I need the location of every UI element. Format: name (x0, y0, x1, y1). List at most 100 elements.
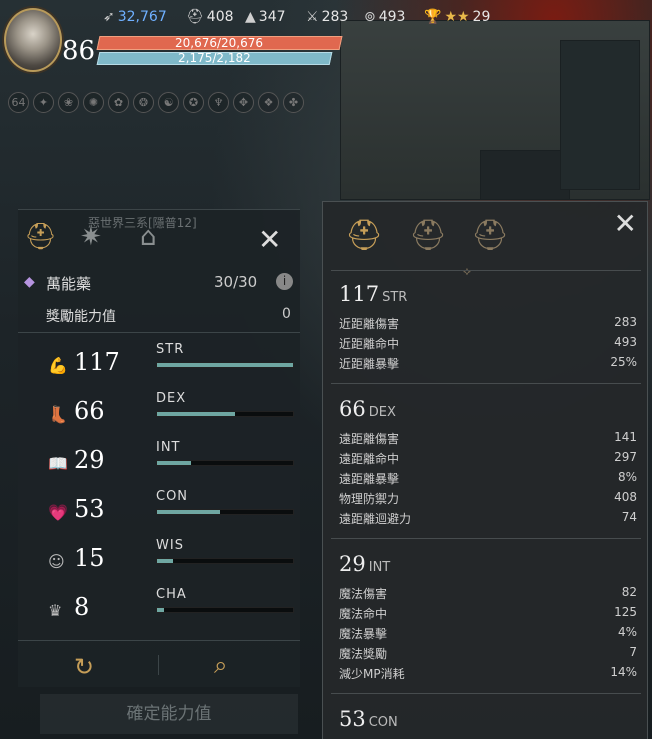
stat-value: 117 (74, 348, 120, 376)
crown-icon: ♛ (48, 601, 63, 620)
buff-icon[interactable]: ♆ (208, 92, 229, 113)
tab-helmet-plus-icon[interactable]: ⛑ (409, 218, 447, 253)
divider (331, 538, 641, 539)
detail-value: 74 (621, 510, 637, 524)
stat-row: ♛ 8 CHA (18, 587, 300, 642)
divider (331, 693, 641, 694)
stat-bar (156, 460, 294, 466)
stat-bar-fill (157, 461, 191, 465)
buff-icon[interactable]: ❂ (133, 92, 154, 113)
detail-row: 近距離暴擊 25% (339, 355, 637, 375)
stat-bar (156, 411, 294, 417)
confirm-stats-button[interactable]: 確定能力值 (40, 694, 298, 734)
detail-row: 遠距離迴避力 74 (339, 510, 637, 530)
detail-label: 遠距離傷害 (339, 432, 400, 446)
detail-row: 遠距離傷害 141 (339, 430, 637, 450)
detail-label: 減少MP消耗 (339, 667, 405, 681)
detail-value: 141 (614, 430, 637, 444)
divider (18, 332, 300, 333)
close-left-icon[interactable]: ✕ (258, 226, 281, 254)
resource-trophy: 🏆 ★★ 29 (424, 9, 490, 25)
tab-helmet-gear-icon[interactable]: ⛑ (345, 218, 383, 253)
buff-row: 64 ✦ ❀ ✺ ✿ ❂ ☯ ✪ ♆ ✥ ❖ ✤ (8, 92, 304, 113)
stat-allocation-panel: ⛑ ✷ ⌂ 惡世界三系[隱普12] ✕ ◆ 萬能藥 30/30 i 獎勵能力值 … (18, 209, 300, 687)
buff-icon[interactable]: ✪ (183, 92, 204, 113)
resource-feather: ➶ 32,767 (103, 9, 167, 25)
buff-icon[interactable]: ☯ (158, 92, 179, 113)
buff-icon[interactable]: ✿ (108, 92, 129, 113)
stat-bar-fill (157, 559, 174, 563)
detail-section-header: 29 INT (339, 552, 390, 576)
detail-label: 近距離暴擊 (339, 357, 400, 371)
reward-label: 獎勵能力值 (46, 309, 116, 325)
detail-stat-value: 66 (339, 397, 366, 421)
detail-row: 近距離命中 493 (339, 335, 637, 355)
buff-icon[interactable]: ❖ (258, 92, 279, 113)
stat-bar-fill (157, 363, 293, 367)
resource-helmet: ⛑ 408 (186, 9, 234, 25)
magnifier-icon[interactable]: ⌕ (214, 651, 227, 679)
detail-label: 魔法命中 (339, 607, 388, 621)
resource-ring: ⊚ 493 (364, 9, 405, 25)
detail-row: 魔法獎勵 7 (339, 645, 637, 665)
left-panel-footer: ↻ ⌕ (18, 640, 300, 685)
detail-value: 125 (614, 605, 637, 619)
ring-icon: ⊚ (364, 9, 376, 25)
stat-bar (156, 509, 294, 515)
mp-text: 2,175/2,182 (178, 51, 251, 65)
detail-label: 遠距離命中 (339, 452, 400, 466)
resource-value: 408 (206, 9, 234, 25)
divider (331, 270, 641, 271)
detail-label: 物理防禦力 (339, 492, 400, 506)
detail-value: 297 (614, 450, 637, 464)
hp-bar: 20,676/20,676 (96, 36, 343, 50)
detail-value: 8% (617, 470, 637, 484)
stat-row: ☺ 15 WIS (18, 538, 300, 593)
tab-helmet-icon[interactable]: ⛑ (24, 222, 57, 252)
info-icon[interactable]: i (276, 273, 293, 290)
detail-label: 遠距離迴避力 (339, 512, 412, 526)
trophy-icon: 🏆 (424, 9, 442, 25)
stat-value: 15 (74, 544, 105, 572)
detail-row: 魔法傷害 82 (339, 585, 637, 605)
buff-icon[interactable]: ✺ (83, 92, 104, 113)
buff-icon[interactable]: ✤ (283, 92, 304, 113)
detail-section-header: 66 DEX (339, 397, 396, 421)
player-avatar[interactable] (4, 8, 62, 72)
detail-row: 減少MP消耗 14% (339, 665, 637, 685)
stat-name: WIS (156, 538, 184, 553)
stat-name: STR (156, 342, 185, 357)
detail-row: 遠距離暴擊 8% (339, 470, 637, 490)
tab-helmet-badge-icon[interactable]: ⛑ (471, 218, 509, 253)
close-right-icon[interactable]: ✕ (614, 210, 637, 238)
potion-count: 30/30 (214, 273, 258, 291)
detail-label: 魔法獎勵 (339, 647, 388, 661)
detail-row: 遠距離命中 297 (339, 450, 637, 470)
buff-icon[interactable]: ✦ (33, 92, 54, 113)
detail-label: 遠距離暴擊 (339, 472, 400, 486)
hp-text: 20,676/20,676 (175, 36, 264, 50)
buff-icon[interactable]: ❀ (58, 92, 79, 113)
stat-name: INT (156, 440, 181, 455)
sword-icon: ⚔ (306, 9, 319, 25)
arm-icon: 💪 (48, 356, 68, 375)
detail-value: 4% (617, 625, 637, 639)
stat-name: DEX (156, 391, 187, 406)
resource-hat: ▲ 347 (245, 9, 286, 25)
reset-icon[interactable]: ↻ (74, 653, 94, 681)
stat-bar-fill (157, 608, 164, 612)
buff-count-badge: 64 (8, 92, 29, 113)
detail-label: 魔法傷害 (339, 587, 388, 601)
buff-icon[interactable]: ✥ (233, 92, 254, 113)
potion-name: 萬能藥 (46, 275, 92, 293)
stat-name: CHA (156, 587, 187, 602)
resource-value: 29 (472, 9, 491, 25)
divider (158, 655, 159, 675)
resource-value: 32,767 (117, 9, 167, 25)
detail-label: 近距離傷害 (339, 317, 400, 331)
stat-value: 29 (74, 446, 105, 474)
stat-detail-panel: ⛑ ⛑ ⛑ ✕ ⟡ 117 STR 近距離傷害 283 近距離命中 493 近距離暴擊 25%… (322, 201, 648, 739)
detail-value: 14% (610, 665, 637, 679)
detail-stat-value: 29 (339, 552, 366, 576)
detail-label: 魔法暴擊 (339, 627, 388, 641)
